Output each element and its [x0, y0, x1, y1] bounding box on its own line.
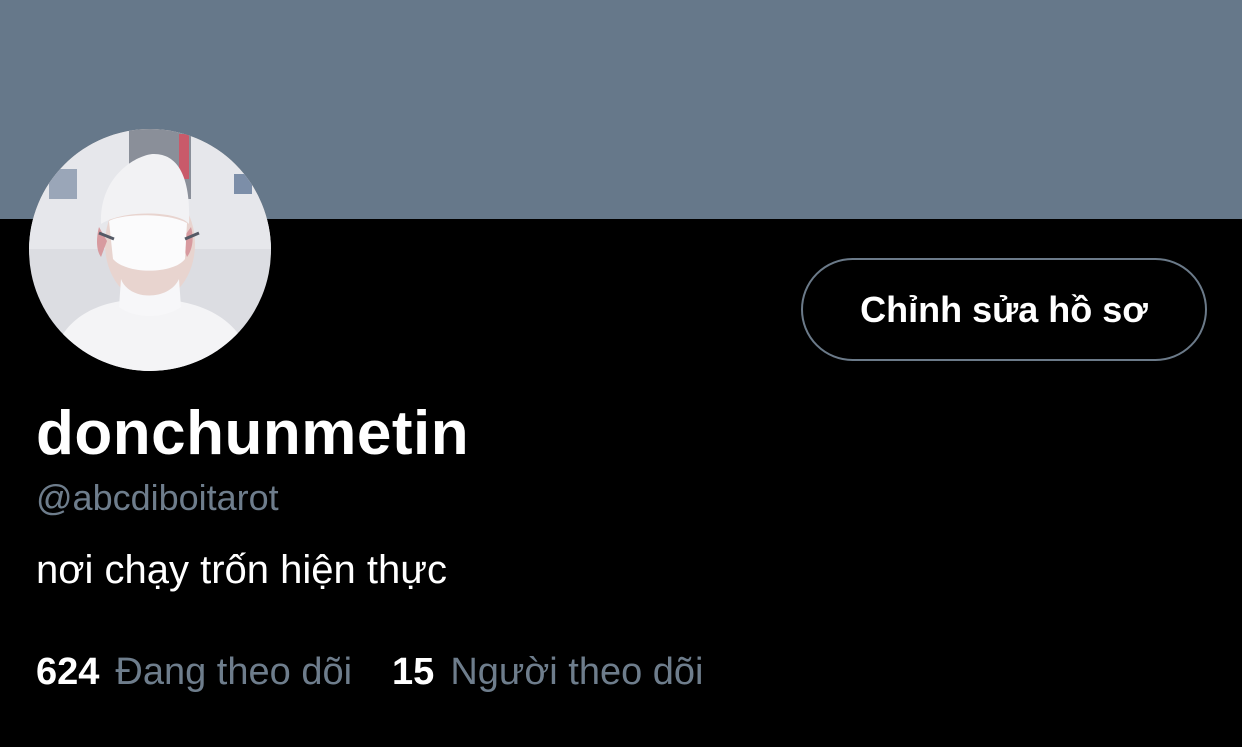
- followers-count: 15: [392, 651, 435, 693]
- following-link[interactable]: 624 Đang theo dõi: [36, 651, 352, 694]
- followers-label: Người theo dõi: [450, 651, 704, 693]
- edit-profile-button[interactable]: Chỉnh sửa hồ sơ: [801, 258, 1207, 361]
- follow-stats: 624 Đang theo dõi 15 Người theo dõi: [36, 651, 704, 694]
- edit-profile-label: Chỉnh sửa hồ sơ: [860, 288, 1148, 330]
- avatar-image: [29, 129, 271, 371]
- display-name: donchunmetin: [36, 399, 470, 468]
- user-handle: @abcdiboitarot: [36, 477, 279, 518]
- following-label: Đang theo dõi: [115, 651, 353, 693]
- profile-bio: nơi chạy trốn hiện thực: [36, 548, 447, 592]
- avatar[interactable]: [29, 129, 271, 371]
- followers-link[interactable]: 15 Người theo dõi: [392, 651, 703, 694]
- following-count: 624: [36, 651, 100, 693]
